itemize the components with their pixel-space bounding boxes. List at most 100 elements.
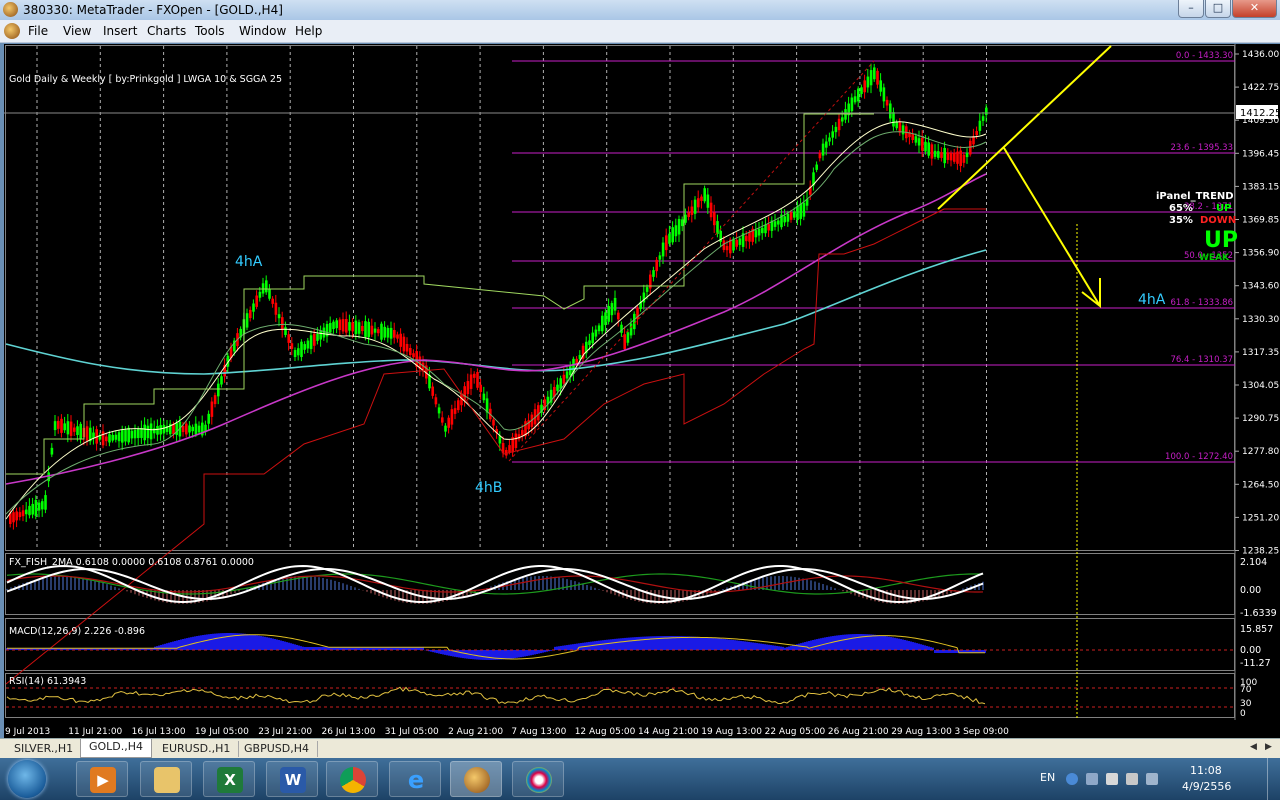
word-icon: W bbox=[280, 767, 306, 793]
start-button[interactable] bbox=[8, 760, 46, 798]
candle-body bbox=[645, 287, 649, 292]
candle-body bbox=[79, 423, 82, 440]
date-axis-label: 2 Aug 21:00 bbox=[448, 727, 503, 737]
taskbar-word[interactable]: W bbox=[266, 761, 318, 797]
help-icon[interactable] bbox=[1066, 773, 1078, 785]
macd-scale-mid: 0.00 bbox=[1240, 645, 1261, 656]
candle-body bbox=[802, 202, 806, 217]
taskbar-excel[interactable]: X bbox=[203, 761, 255, 797]
tab-scroll-left-icon[interactable]: ◀ bbox=[1250, 742, 1257, 752]
annotation-4hb: 4hB bbox=[475, 480, 502, 496]
candle-body bbox=[348, 322, 351, 331]
clock-date[interactable]: 4/9/2556 bbox=[1182, 780, 1231, 793]
candle-body bbox=[748, 232, 751, 242]
candle-body bbox=[396, 334, 399, 339]
taskbar-internet-explorer[interactable]: e bbox=[389, 761, 441, 797]
candle-body bbox=[210, 401, 214, 417]
candle-body bbox=[949, 152, 953, 161]
candle-body bbox=[389, 327, 393, 339]
moving-averages bbox=[5, 113, 987, 685]
date-axis-label: 7 Aug 13:00 bbox=[511, 727, 566, 737]
tab-scroll-right-icon[interactable]: ▶ bbox=[1265, 742, 1272, 752]
candle-body bbox=[725, 246, 729, 251]
candle-body bbox=[629, 323, 633, 336]
fib-level-label: 61.8 - 1333.86 bbox=[1170, 298, 1233, 308]
candle-body bbox=[69, 421, 73, 436]
tray-arrow-icon[interactable] bbox=[1086, 773, 1098, 785]
taskbar: ▶ X W e EN 11:08 4/9/2556 bbox=[0, 758, 1280, 800]
candle-body bbox=[354, 320, 358, 335]
menu-insert[interactable]: Insert bbox=[103, 24, 137, 38]
candle-body bbox=[837, 118, 841, 131]
minimize-button[interactable]: – bbox=[1178, 0, 1204, 18]
candle-body bbox=[882, 87, 886, 102]
taskbar-metatrader[interactable] bbox=[450, 761, 502, 797]
candle-body bbox=[789, 212, 793, 220]
candle-body bbox=[588, 340, 591, 345]
candle-body bbox=[31, 503, 34, 515]
fib-level-label: 23.6 - 1395.33 bbox=[1170, 143, 1233, 153]
ipanel-trend-value: UP bbox=[1204, 228, 1238, 253]
show-desktop-button[interactable] bbox=[1267, 758, 1280, 800]
candle-body bbox=[690, 206, 694, 215]
candle-body bbox=[53, 421, 57, 431]
candle-body bbox=[297, 348, 300, 356]
candle-body bbox=[943, 147, 946, 164]
chart-window-icon[interactable] bbox=[4, 23, 20, 39]
date-axis-label: 26 Jul 13:00 bbox=[322, 727, 376, 737]
menu-window[interactable]: Window bbox=[239, 24, 286, 38]
candle-body bbox=[565, 371, 569, 379]
candle-body bbox=[617, 312, 620, 320]
tab-eurusd-h1[interactable]: EURUSD.,H1 bbox=[154, 741, 240, 757]
metatrader-app-icon bbox=[3, 2, 18, 17]
fisher-indicator bbox=[6, 565, 984, 604]
candle-body bbox=[57, 420, 60, 429]
tab-silver-h1[interactable]: SILVER.,H1 bbox=[6, 741, 83, 757]
menu-tools[interactable]: Tools bbox=[195, 24, 225, 38]
price-axis-label: 1330.30 bbox=[1242, 315, 1279, 325]
price-axis-label: 1422.75 bbox=[1242, 83, 1279, 93]
candle-body bbox=[514, 433, 518, 448]
tab-gbpusd-h4[interactable]: GBPUSD,H4 bbox=[236, 741, 318, 757]
menu-charts[interactable]: Charts bbox=[147, 24, 186, 38]
candle-body bbox=[821, 143, 825, 156]
menu-help[interactable]: Help bbox=[295, 24, 322, 38]
fisher-title: FX_FISH_2MA 0.6108 0.0000 0.6108 0.8761 … bbox=[9, 557, 254, 568]
price-axis-label: 1251.20 bbox=[1242, 513, 1279, 523]
taskbar-media-player[interactable]: ▶ bbox=[76, 761, 128, 797]
candle-body bbox=[447, 417, 450, 428]
candle-body bbox=[255, 295, 258, 307]
tab-gold-h4[interactable]: GOLD.,H4 bbox=[80, 739, 153, 758]
candle-body bbox=[556, 384, 559, 391]
taskbar-file-explorer[interactable] bbox=[140, 761, 192, 797]
candle-body bbox=[693, 199, 697, 214]
clock-time[interactable]: 11:08 bbox=[1190, 764, 1222, 777]
candle-body bbox=[921, 137, 924, 151]
menu-view[interactable]: View bbox=[63, 24, 91, 38]
chart-window[interactable]: 0.0 - 1433.30 23.6 - 1395.33 38.2 - 1371 50… bbox=[4, 44, 1280, 738]
taskbar-paint[interactable] bbox=[512, 761, 564, 797]
flag-icon[interactable] bbox=[1106, 773, 1118, 785]
candle-body bbox=[681, 219, 684, 227]
fisher-scale-bottom: -1.6339 bbox=[1240, 608, 1277, 619]
candle-body bbox=[732, 239, 735, 251]
taskbar-chrome[interactable] bbox=[326, 761, 378, 797]
language-indicator[interactable]: EN bbox=[1040, 771, 1055, 784]
maximize-button[interactable]: □ bbox=[1205, 0, 1231, 18]
network-icon[interactable] bbox=[1146, 773, 1158, 785]
pane-borders bbox=[5, 44, 1236, 720]
candle-body bbox=[799, 203, 802, 219]
menu-file[interactable]: File bbox=[28, 24, 48, 38]
candle-body bbox=[25, 509, 28, 515]
close-button[interactable]: ✕ bbox=[1232, 0, 1277, 18]
candle-body bbox=[121, 429, 124, 443]
price-chart[interactable]: 0.0 - 1433.3023.6 - 1395.3338.2 - 137150… bbox=[4, 44, 1280, 738]
candle-body bbox=[687, 212, 690, 218]
window-title: 380330: MetaTrader - FXOpen - [GOLD.,H4] bbox=[23, 3, 283, 17]
candle-body bbox=[287, 334, 290, 343]
candle-body bbox=[492, 419, 495, 426]
volume-icon[interactable] bbox=[1126, 773, 1138, 785]
candle-body bbox=[140, 427, 143, 438]
candle-body bbox=[783, 216, 786, 223]
candle-body bbox=[162, 425, 166, 434]
